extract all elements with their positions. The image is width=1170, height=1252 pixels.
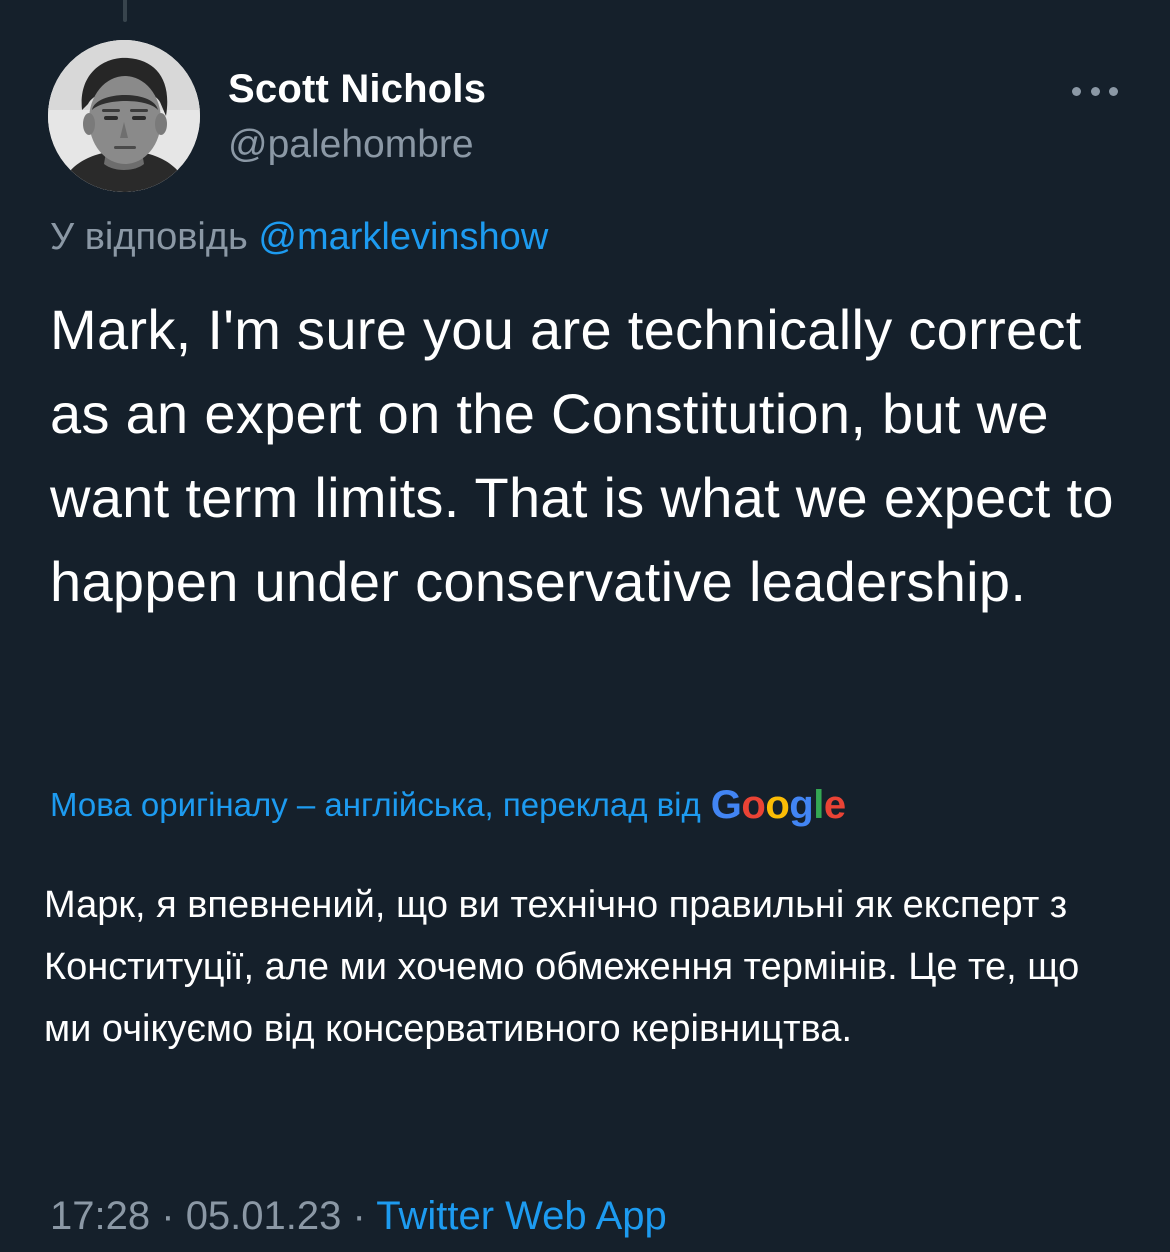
tweet-text: Mark, I'm sure you are technically corre… [50,298,1114,613]
tweet-header: Scott Nichols @palehombre [48,40,1128,192]
more-dot [1109,86,1118,96]
translated-text: Марк, я впевнений, що ви технічно правил… [44,884,1080,1050]
meta-separator: · [352,1194,366,1238]
reply-handle-link[interactable]: @marklevinshow [258,216,548,258]
meta-separator: · [161,1194,175,1238]
google-logo-letter: l [813,782,824,827]
author-display-name[interactable]: Scott Nichols [228,66,486,112]
google-logo: Google [711,783,846,828]
avatar[interactable] [48,40,200,192]
translation-label[interactable]: Мова оригіналу – англійська, переклад ві… [50,786,701,824]
google-logo-letter: e [823,782,846,827]
reply-context: У відповідь @marklevinshow [50,214,548,260]
more-dot [1090,86,1100,96]
more-dot [1072,86,1081,96]
tweet-time[interactable]: 17:28 [50,1194,150,1238]
google-logo-letter: g [789,782,814,827]
more-horizontal-icon[interactable] [1072,84,1118,98]
google-logo-letter: G [710,782,742,827]
author-names: Scott Nichols @palehombre [228,66,486,168]
google-logo-letter: o [741,782,766,827]
avatar-photo [48,40,200,192]
tweet-meta: 17:28 · 05.01.23 · Twitter Web App [50,1188,667,1244]
tweet-date[interactable]: 05.01.23 [186,1194,342,1238]
google-logo-letter: o [765,782,790,827]
reply-prefix: У відповідь [50,216,248,258]
thread-connector-line [123,0,127,22]
author-handle[interactable]: @palehombre [228,122,486,168]
translation-attribution: Мова оригіналу – англійська, переклад ві… [50,780,846,830]
tweet-source-link[interactable]: Twitter Web App [376,1194,667,1238]
